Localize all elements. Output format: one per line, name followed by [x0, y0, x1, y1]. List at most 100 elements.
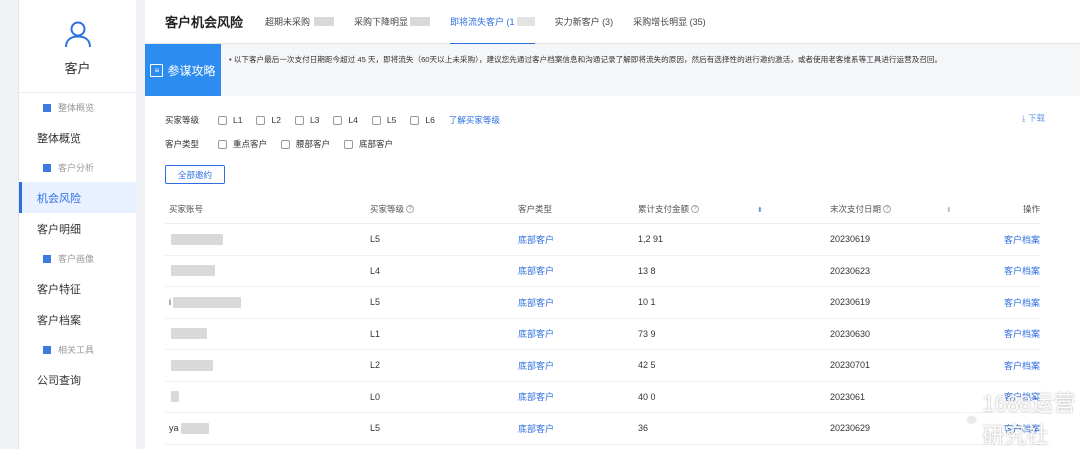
cell-level: L4 — [370, 265, 381, 276]
customer-type-link[interactable]: 底部客户 — [518, 392, 554, 402]
redacted-account — [173, 296, 241, 308]
checkbox-box[interactable] — [218, 139, 227, 149]
download-button[interactable]: ⤓ 下载 — [1022, 112, 1045, 124]
cell-type[interactable]: 底部客户 — [518, 422, 638, 435]
sidebar-section: 整体概览 — [19, 93, 136, 122]
help-icon[interactable]: ? — [406, 205, 415, 214]
cell-action[interactable]: 客户档案 — [953, 296, 1040, 309]
type-checkbox[interactable]: 腰部客户 — [281, 138, 330, 150]
cell-action[interactable]: 客户档案 — [953, 233, 1040, 246]
sort-icon[interactable]: ⬍ — [946, 207, 952, 214]
cell-level: L5 — [370, 423, 381, 434]
sidebar-item[interactable]: 公司查询 — [19, 364, 136, 395]
cell-amount: 73 9 — [638, 328, 656, 339]
col-action: 操作 — [953, 203, 1040, 215]
customer-profile-link[interactable]: 客户档案 — [1004, 235, 1040, 245]
sidebar-item-label: 客户明细 — [37, 223, 81, 236]
level-help-link[interactable]: 了解买家等级 — [449, 114, 500, 126]
cell-type[interactable]: 底部客户 — [518, 264, 638, 277]
customer-profile-link[interactable]: 客户档案 — [1004, 298, 1040, 308]
cell-type[interactable]: 底部客户 — [518, 390, 638, 403]
cell-amount: 36 — [638, 423, 649, 434]
level-checkbox[interactable]: L3 — [294, 115, 319, 125]
sidebar-item[interactable]: 机会风险 — [19, 182, 136, 213]
main-panel: 客户机会风险 超期未采购 采购下降明显 即将流失客户 (1 实力新客户 (3) … — [145, 0, 1080, 449]
help-icon[interactable]: ? — [883, 205, 892, 214]
col-amount[interactable]: 累计支付金额? ⬍ — [638, 203, 818, 215]
cell-type[interactable]: 底部客户 — [518, 233, 638, 246]
sidebar-menu: 整体概览 整体概览 客户分析 机会风险 客户明细 客户画像 客户特征 客户档案 相关工具 公司查询 — [19, 93, 136, 395]
invite-all-button[interactable]: 全部邀约 — [165, 165, 225, 184]
checkbox-label: L4 — [348, 115, 358, 125]
checkbox-box[interactable] — [218, 115, 227, 125]
sidebar: 客户 整体概览 整体概览 客户分析 机会风险 客户明细 客户画像 客户特征 客户档案 相关工具公… — [18, 0, 136, 449]
checkbox-box[interactable] — [371, 115, 381, 125]
level-checkbox[interactable]: L4 — [333, 115, 358, 125]
type-checkbox[interactable]: 重点客户 — [218, 138, 267, 150]
account-text: i — [169, 296, 171, 307]
sidebar-section-label: 相关工具 — [58, 345, 95, 355]
tab-strong-new[interactable]: 实力新客户 (3) — [555, 0, 614, 44]
strategy-badge[interactable]: ≡ 参谋攻略 — [145, 44, 221, 96]
checkbox-box[interactable] — [333, 115, 343, 125]
cell-type[interactable]: 底部客户 — [518, 327, 638, 340]
customer-type-link[interactable]: 底部客户 — [518, 266, 554, 276]
cell-action[interactable]: 客户档案 — [953, 359, 1040, 372]
cell-account — [165, 328, 370, 340]
checkbox-box[interactable] — [294, 115, 304, 125]
cell-amount: 1,2 91 — [638, 234, 664, 245]
customer-type-link[interactable]: 底部客户 — [518, 424, 554, 434]
customer-profile-link[interactable]: 客户档案 — [1004, 266, 1040, 276]
sidebar-item-label: 客户档案 — [37, 314, 81, 327]
type-checkbox[interactable]: 底部客户 — [344, 138, 393, 150]
tab-label: 即将流失客户 (1 — [450, 17, 515, 27]
cell-date: 2023061 — [830, 391, 866, 402]
redacted-account — [171, 359, 213, 371]
sidebar-item[interactable]: 客户特征 — [19, 273, 136, 304]
sidebar-item[interactable]: 客户明细 — [19, 213, 136, 244]
level-checkbox[interactable]: L6 — [410, 115, 435, 125]
customer-type-link[interactable]: 底部客户 — [518, 361, 554, 371]
sort-desc-icon[interactable]: ⬍ — [757, 207, 763, 214]
tab-overdue[interactable]: 超期未采购 — [265, 0, 335, 44]
cell-account: ya — [165, 423, 370, 434]
tab-churn-risk[interactable]: 即将流失客户 (1 — [450, 0, 535, 45]
cell-date: 20230623 — [830, 265, 871, 276]
tab-growth[interactable]: 采购增长明显 (35) — [633, 0, 706, 44]
cell-type[interactable]: 底部客户 — [518, 296, 638, 309]
checkbox-box[interactable] — [281, 139, 291, 149]
level-checkbox[interactable]: L2 — [256, 115, 281, 125]
sidebar-item-label: 公司查询 — [37, 374, 81, 387]
customer-type-link[interactable]: 底部客户 — [518, 329, 554, 339]
customer-type-link[interactable]: 底部客户 — [518, 235, 554, 245]
watermark: 1688运营研究社 — [960, 386, 1080, 449]
cell-account — [165, 391, 370, 403]
cell-level: L5 — [370, 297, 381, 308]
customer-profile-link[interactable]: 客户档案 — [1004, 361, 1040, 371]
checkbox-label: 底部客户 — [359, 139, 394, 149]
sidebar-item[interactable]: 客户档案 — [19, 304, 136, 335]
help-icon[interactable]: ? — [691, 205, 700, 214]
tab-purchase-decline[interactable]: 采购下降明显 — [354, 0, 431, 44]
tab-bar: 客户机会风险 超期未采购 采购下降明显 即将流失客户 (1 实力新客户 (3) … — [145, 0, 1080, 45]
cell-action[interactable]: 客户档案 — [953, 264, 1040, 277]
cell-account — [165, 265, 370, 277]
table-row: L1 底部客户 73 9 20230630 客户档案 — [165, 319, 1040, 350]
checkbox-box[interactable] — [410, 115, 420, 125]
cell-action[interactable]: 客户档案 — [953, 327, 1040, 340]
level-checkbox[interactable]: L1 — [218, 115, 242, 125]
cell-type[interactable]: 底部客户 — [518, 359, 638, 372]
table-row: L4 底部客户 13 8 20230623 客户档案 — [165, 256, 1040, 287]
level-checkbox[interactable]: L5 — [371, 115, 396, 125]
wechat-icon — [960, 411, 978, 425]
customer-profile-link[interactable]: 客户档案 — [1004, 329, 1040, 339]
cell-amount: 40 0 — [638, 391, 656, 402]
checkbox-box[interactable] — [256, 115, 266, 125]
table-header: 买家账号 买家等级? 客户类型 累计支付金额? ⬍ 末次支付日期? ⬍ 操作 — [165, 194, 1040, 224]
sidebar-item-label: 整体概览 — [37, 132, 81, 145]
col-date[interactable]: 末次支付日期? ⬍ — [818, 203, 953, 215]
checkbox-box[interactable] — [344, 139, 354, 149]
strategy-label: 参谋攻略 — [167, 63, 216, 78]
sidebar-item[interactable]: 整体概览 — [19, 122, 136, 153]
customer-type-link[interactable]: 底部客户 — [518, 298, 554, 308]
